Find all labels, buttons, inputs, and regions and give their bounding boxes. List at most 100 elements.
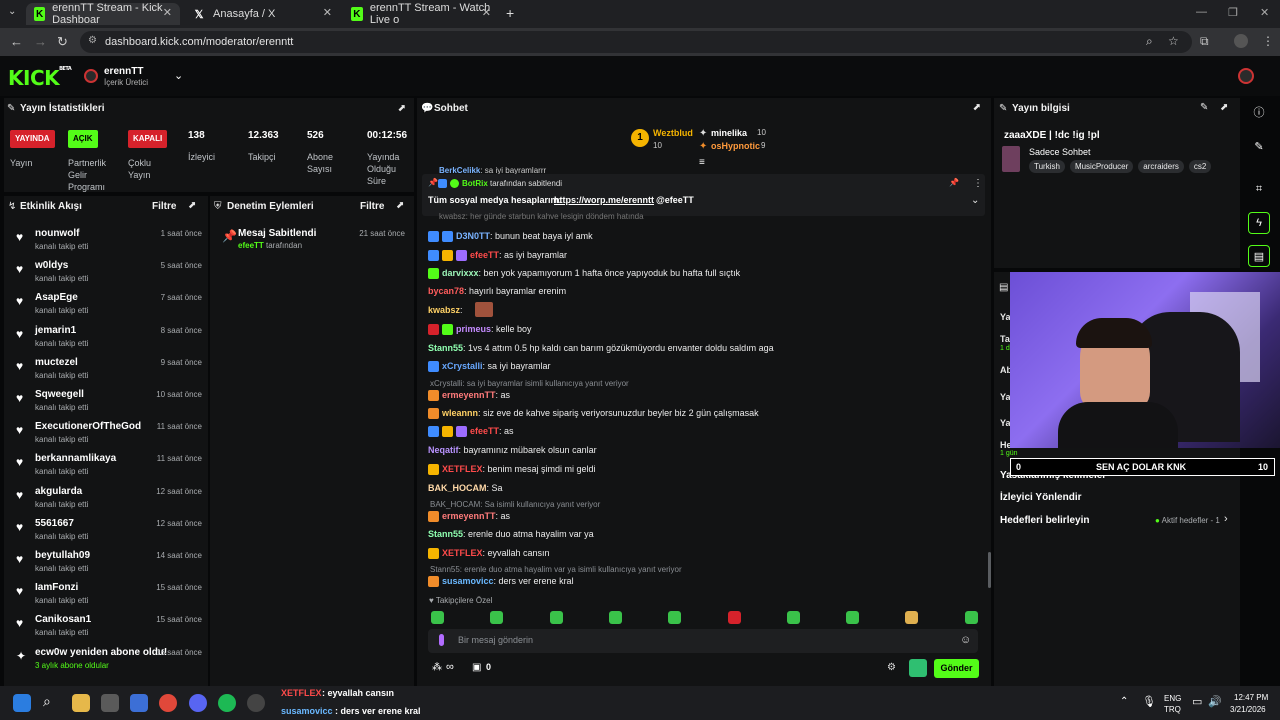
account-avatar[interactable] [1238, 68, 1254, 84]
chat-username[interactable]: ermeyennTT [442, 390, 496, 400]
lightning-icon[interactable]: ϟ [1248, 212, 1270, 234]
chat-message[interactable]: D3N0TT: bunun beat baya iyl amk [428, 229, 593, 243]
goals-row[interactable]: Hedefleri belirleyin [1000, 515, 1089, 526]
chat-message[interactable]: Stann55: 1vs 4 attım 0.5 hp kaldı can ba… [428, 341, 774, 355]
activity-user[interactable]: AsapEge [35, 292, 78, 303]
language-secondary[interactable]: TRQ [1164, 705, 1181, 714]
edit-icon[interactable]: ✎ [1200, 102, 1208, 113]
activity-user[interactable]: beytullah09 [35, 550, 90, 561]
activity-filter-button[interactable]: Filtre [152, 201, 176, 212]
capture-icon[interactable]: ⌗ [1248, 178, 1270, 200]
emote-icon[interactable] [490, 611, 503, 624]
activity-user[interactable]: ExecutionerOfTheGod [35, 421, 141, 432]
activity-user[interactable]: jemarin1 [35, 325, 76, 336]
emote-icon[interactable] [965, 611, 978, 624]
tag[interactable]: MusicProducer [1069, 160, 1134, 173]
chat-message[interactable]: primeus: kelle boy [428, 322, 532, 336]
category-name[interactable]: Sadece Sohbet [1029, 147, 1091, 157]
emote-icon[interactable] [668, 611, 681, 624]
chat-scrollbar[interactable] [988, 552, 991, 588]
activity-item[interactable]: ♥ w0ldys kanalı takip etti 5 saat önce [16, 260, 202, 292]
search-icon[interactable]: ⌕ [43, 693, 51, 710]
chat-message[interactable]: BAK_HOCAM: Sa [428, 481, 503, 495]
chat-message[interactable]: ermeyennTT: as [428, 388, 510, 402]
chat-username[interactable]: bycan78 [428, 286, 464, 296]
mic-tray-icon[interactable]: 🎙 [1142, 695, 1156, 708]
kick-logo[interactable]: KICKBETA [8, 66, 72, 90]
chat-settings-icon[interactable]: ⚙ [887, 662, 896, 673]
activity-user[interactable]: 5561667 [35, 518, 74, 529]
viewer-redirect-row[interactable]: İzleyici Yönlendir [1000, 492, 1082, 503]
chat-message[interactable]: susamovicc: ders ver erene kral [428, 574, 574, 588]
tag[interactable]: cs2 [1188, 160, 1212, 173]
microphone-icon[interactable] [439, 634, 444, 646]
send-button[interactable]: Gönder [934, 659, 979, 678]
activity-user[interactable]: IamFonzi [35, 582, 78, 593]
chevron-down-icon[interactable]: ⌄ [971, 195, 979, 206]
clock-time[interactable]: 12:47 PM [1234, 693, 1268, 702]
emote-icon[interactable] [905, 611, 918, 624]
emote-icon[interactable] [609, 611, 622, 624]
forward-icon[interactable]: → [34, 34, 47, 49]
chat-username[interactable]: kwabsz [428, 305, 460, 315]
activity-user[interactable]: ecw0w yeniden abone oldu! [35, 647, 167, 658]
chat-message[interactable]: efeeTT: as [428, 424, 514, 438]
bot-icon[interactable] [909, 659, 927, 677]
chat-username[interactable]: efeeTT [470, 250, 499, 260]
activity-item[interactable]: ✦ ecw0w yeniden abone oldu! 3 aylık abone … [16, 647, 202, 679]
tab-x-home[interactable]: 𝕏 Anasayfa / X ✕ [184, 3, 340, 25]
chat-username[interactable]: XETFLEX [442, 548, 483, 558]
mod-action-user[interactable]: efeeTT [238, 241, 264, 250]
chat-message[interactable]: XETFLEX: eyvallah cansın [428, 546, 550, 560]
clock-date[interactable]: 3/21/2026 [1230, 705, 1266, 714]
category-thumbnail[interactable] [1002, 146, 1020, 172]
activity-item[interactable]: ♥ nounwolf kanalı takip etti 1 saat önce [16, 228, 202, 260]
steam-icon[interactable] [130, 694, 148, 712]
notes-icon[interactable]: ▤ [1248, 245, 1270, 267]
chat-message[interactable]: Stann55: erenle duo atma hayalim var ya [428, 527, 594, 541]
close-icon[interactable]: ✕ [482, 6, 491, 19]
more-options-icon[interactable]: ⋮ [973, 178, 983, 189]
unpin-icon[interactable]: 📌 [949, 178, 959, 187]
activity-item[interactable]: ♥ ExecutionerOfTheGod kanalı takip etti 11 … [16, 421, 202, 453]
tab-kick-dashboard[interactable]: K erennTT Stream - Kick Dashboar ✕ [26, 2, 180, 26]
activity-user[interactable]: nounwolf [35, 228, 79, 239]
chat-username[interactable]: efeeTT [470, 426, 499, 436]
close-icon[interactable]: ✕ [323, 6, 332, 19]
popout-icon[interactable]: ⬈ [188, 200, 196, 211]
chat-username[interactable]: XETFLEX [442, 464, 483, 474]
chat-message[interactable]: efeeTT: as iyi bayramlar [428, 248, 567, 262]
chat-username[interactable]: Stann55 [428, 343, 463, 353]
chat-username[interactable]: D3N0TT [456, 231, 490, 241]
popout-icon[interactable]: ⬈ [398, 103, 406, 114]
activity-item[interactable]: ♥ akgularda kanalı takip etti 12 saat önce [16, 486, 202, 518]
expand-leaderboard-icon[interactable]: ≡ [699, 157, 705, 168]
activity-user[interactable]: berkannamlikaya [35, 453, 116, 464]
chat-message[interactable]: XETFLEX: benim mesaj şimdi mi geldi [428, 462, 596, 476]
emote-icon[interactable] [787, 611, 800, 624]
activity-item[interactable]: ♥ 5561667 kanalı takip etti 12 saat önce [16, 518, 202, 550]
emote-icon[interactable] [728, 611, 741, 624]
monitor-icon[interactable]: ▭ [1192, 695, 1202, 708]
popout-icon[interactable]: ⬈ [973, 102, 981, 113]
activity-user[interactable]: muctezel [35, 357, 78, 368]
language-primary[interactable]: ENG [1164, 694, 1181, 703]
chat-username[interactable]: susamovicc [442, 576, 494, 586]
bookmark-star-icon[interactable]: ☆ [1168, 34, 1179, 48]
info-circle-icon[interactable]: ⓘ [1248, 101, 1270, 123]
pencil-icon[interactable]: ✎ [1248, 135, 1270, 157]
activity-user[interactable]: w0ldys [35, 260, 68, 271]
chat-username[interactable]: BAK_HOCAM [428, 483, 487, 493]
pinned-message[interactable]: 📌 BotRix tarafından sabitlendi Tüm sosya… [422, 174, 985, 216]
gift-icon[interactable]: ▣ [472, 662, 481, 673]
chat-username[interactable]: Neqatif [428, 445, 459, 455]
activity-item[interactable]: ♥ berkannamlikaya kanalı takip etti 11 saat… [16, 453, 202, 485]
chat-username[interactable]: ermeyennTT [442, 511, 496, 521]
extensions-icon[interactable]: ⧉ [1200, 34, 1209, 49]
maximize-icon[interactable]: ❐ [1228, 6, 1238, 19]
new-tab-button[interactable]: + [506, 5, 514, 21]
site-info-icon[interactable]: ⚙ [88, 35, 97, 46]
obs-icon[interactable] [247, 694, 265, 712]
tab-search-icon[interactable]: ⌄ [8, 6, 16, 17]
chat-message[interactable]: ermeyennTT: as [428, 509, 510, 523]
